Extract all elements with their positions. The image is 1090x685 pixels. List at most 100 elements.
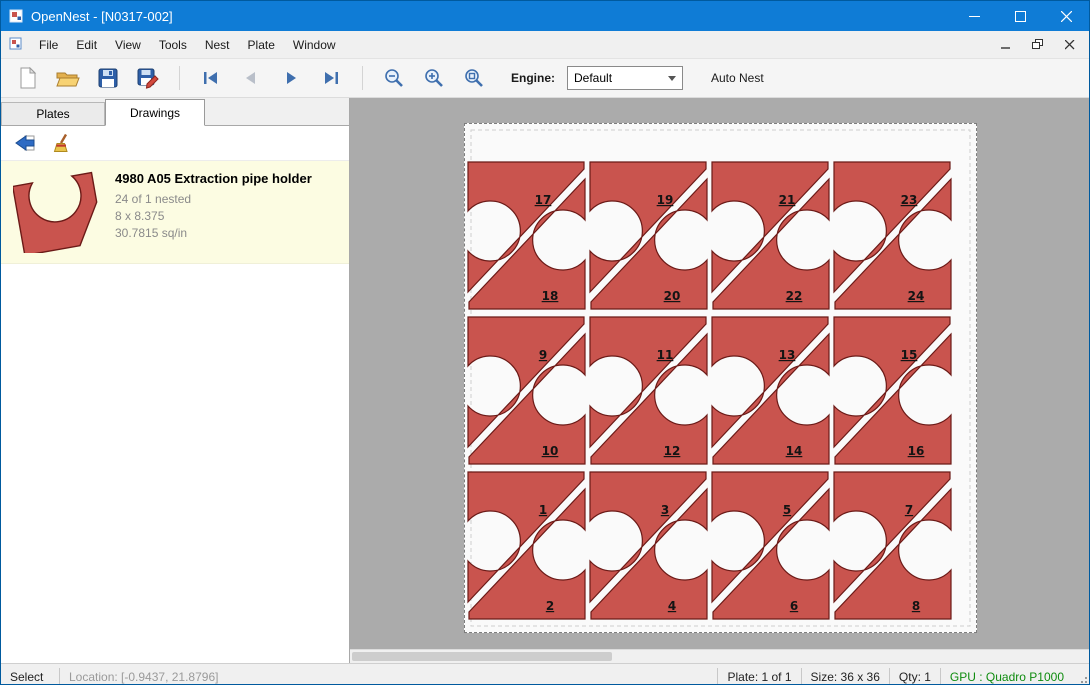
nest-pair[interactable]: 34 [590, 472, 707, 619]
sidebar: Plates Drawings 4980 A05 Extractio [1, 98, 350, 663]
part-number: 4 [668, 599, 676, 613]
status-size: Size: 36 x 36 [801, 668, 889, 685]
nest-pair[interactable]: 2122 [712, 162, 829, 309]
menu-plate[interactable]: Plate [239, 33, 284, 57]
open-button[interactable] [51, 62, 85, 94]
toolbar-separator [362, 66, 363, 90]
nest-pair[interactable]: 1920 [590, 162, 707, 309]
menu-view[interactable]: View [106, 33, 150, 57]
import-drawing-button[interactable] [9, 128, 41, 158]
last-plate-button[interactable] [314, 62, 348, 94]
engine-select[interactable]: Default [567, 66, 683, 90]
menu-file[interactable]: File [30, 33, 67, 57]
status-gpu: GPU : Quadro P1000 [940, 668, 1073, 685]
engine-label: Engine: [511, 71, 555, 85]
main-toolbar: Engine: Default Auto Nest [1, 59, 1089, 98]
nest-pair[interactable]: 56 [712, 472, 829, 619]
first-arrow-icon [201, 69, 221, 87]
zoom-out-icon [384, 68, 404, 88]
part-number: 17 [535, 193, 552, 207]
nest-pair[interactable]: 9 10 [468, 317, 585, 464]
auto-nest-button[interactable]: Auto Nest [705, 67, 770, 89]
tab-strip: Plates Drawings [1, 98, 349, 126]
mdi-minimize-icon[interactable] [995, 36, 1017, 54]
tab-plates[interactable]: Plates [1, 102, 105, 125]
menu-window[interactable]: Window [284, 33, 345, 57]
menu-tools[interactable]: Tools [150, 33, 196, 57]
part-number: 20 [664, 289, 681, 303]
save-edit-icon [137, 68, 159, 89]
part-number: 12 [664, 444, 681, 458]
app-window: OpenNest - [N0317-002] File Edit View To… [0, 0, 1090, 685]
part-number: 11 [657, 348, 674, 362]
next-arrow-icon [281, 69, 301, 87]
zoom-fit-button[interactable] [457, 62, 491, 94]
nest-pair[interactable]: 1718 [468, 162, 585, 309]
menu-edit[interactable]: Edit [67, 33, 106, 57]
part-number: 18 [542, 289, 559, 303]
new-file-button[interactable] [11, 62, 45, 94]
part-number: 7 [905, 503, 913, 517]
horizontal-scrollbar[interactable] [350, 649, 1089, 663]
close-button[interactable] [1043, 1, 1089, 31]
zoom-in-icon [424, 68, 444, 88]
menu-nest[interactable]: Nest [196, 33, 239, 57]
import-arrow-icon [14, 134, 36, 152]
part-number: 13 [779, 348, 796, 362]
nest-pair[interactable]: 1314 [712, 317, 829, 464]
open-folder-icon [56, 69, 80, 88]
status-mode: Select [1, 670, 59, 684]
nest-canvas[interactable]: 171819202122232491011121314151612345678 [350, 98, 1089, 663]
status-qty: Qty: 1 [889, 668, 940, 685]
mdi-restore-icon[interactable] [1027, 36, 1049, 54]
part-number: 1 [539, 503, 547, 517]
next-plate-button[interactable] [274, 62, 308, 94]
part-number: 6 [790, 599, 798, 613]
nest-pair[interactable]: 78 [834, 472, 951, 619]
status-bar: Select Location: [-0.9437, 21.8796] Plat… [1, 663, 1089, 685]
window-title: OpenNest - [N0317-002] [31, 9, 951, 24]
save-button[interactable] [91, 62, 125, 94]
part-number: 9 [539, 348, 547, 362]
nest-pair[interactable]: 12 [468, 472, 585, 619]
engine-value: Default [574, 71, 612, 85]
resize-grip[interactable] [1073, 664, 1089, 685]
plate: 171819202122232491011121314151612345678 [464, 123, 977, 633]
save-as-button[interactable] [131, 62, 165, 94]
zoom-fit-icon [464, 68, 484, 88]
save-icon [98, 68, 118, 88]
drawings-toolbar [1, 126, 349, 161]
zoom-out-button[interactable] [377, 62, 411, 94]
menu-bar: File Edit View Tools Nest Plate Window [1, 31, 1089, 59]
zoom-in-button[interactable] [417, 62, 451, 94]
first-plate-button[interactable] [194, 62, 228, 94]
maximize-button[interactable] [997, 1, 1043, 31]
drawing-nested-count: 24 of 1 nested [115, 191, 341, 208]
title-bar[interactable]: OpenNest - [N0317-002] [1, 1, 1089, 31]
chevron-down-icon [668, 76, 676, 81]
nest-pair[interactable]: 1516 [834, 317, 951, 464]
part-number: 3 [661, 503, 669, 517]
previous-plate-button[interactable] [234, 62, 268, 94]
part-number: 24 [908, 289, 925, 303]
part-number: 16 [908, 444, 925, 458]
part-number: 22 [786, 289, 803, 303]
new-file-icon [18, 67, 38, 90]
drawing-area: 30.7815 sq/in [115, 225, 341, 242]
drawing-list-item[interactable]: 4980 A05 Extraction pipe holder 24 of 1 … [1, 161, 349, 264]
part-number: 23 [901, 193, 918, 207]
minimize-button[interactable] [951, 1, 997, 31]
clear-drawings-button[interactable] [47, 128, 79, 158]
mdi-close-icon[interactable] [1059, 36, 1081, 54]
previous-arrow-icon [241, 69, 261, 87]
part-number: 2 [546, 599, 554, 613]
scrollbar-thumb[interactable] [352, 652, 612, 661]
drawing-list-empty-space [1, 264, 349, 663]
menu: File Edit View Tools Nest Plate Window [30, 33, 345, 57]
part-number: 10 [542, 444, 559, 458]
nest-pair[interactable]: 11 12 [590, 317, 707, 464]
nest-pair[interactable]: 23 24 [834, 162, 951, 309]
part-number: 8 [912, 599, 920, 613]
tab-drawings[interactable]: Drawings [105, 99, 205, 126]
last-arrow-icon [321, 69, 341, 87]
